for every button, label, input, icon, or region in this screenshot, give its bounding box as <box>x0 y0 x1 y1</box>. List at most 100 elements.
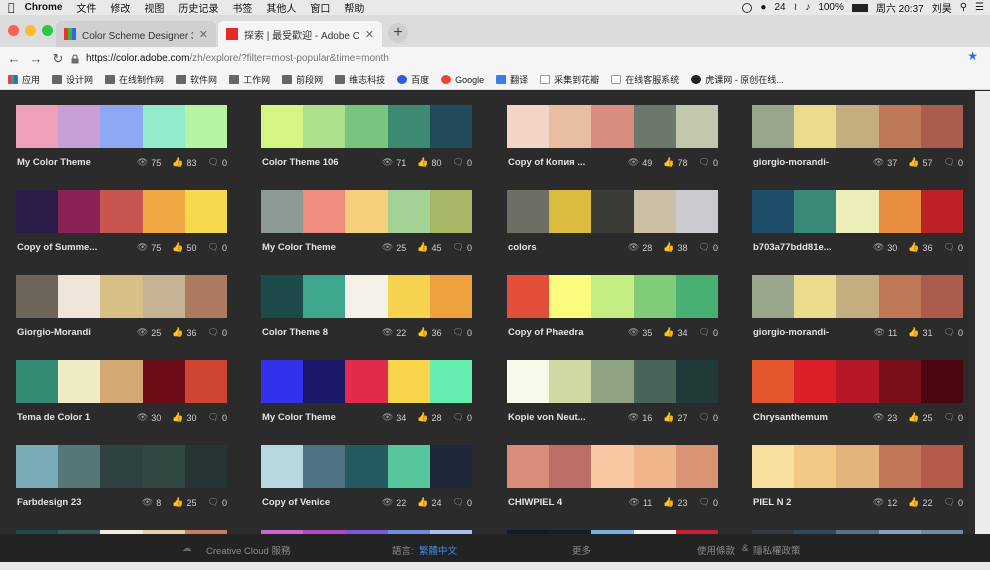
footer-more-link[interactable]: 更多 <box>572 543 591 557</box>
clock[interactable]: 周六 20:37 <box>876 0 924 15</box>
theme-name[interactable]: colors <box>508 242 537 253</box>
zoom-window-button[interactable] <box>42 25 53 36</box>
comment-icon[interactable]: 🗨 <box>453 497 464 508</box>
theme-name[interactable]: Copy of Phaedra <box>508 327 584 338</box>
theme-card[interactable]: Copy of Venice 👁 22 👍 24 🗨 0 <box>261 445 473 517</box>
theme-card[interactable]: My Color Theme 👁 75 👍 83 🗨 0 <box>16 105 228 177</box>
theme-name[interactable]: Chrysanthemum <box>753 412 828 423</box>
theme-palette[interactable] <box>261 275 473 318</box>
theme-card[interactable]: Color Theme 106 👁 71 👍 80 🗨 0 <box>261 105 473 177</box>
theme-card[interactable]: Farbdesign 23 👁 8 👍 25 🗨 0 <box>16 445 228 517</box>
like-thumb-icon[interactable]: 👍 <box>417 497 428 508</box>
new-tab-button[interactable]: + <box>388 23 408 43</box>
comment-icon[interactable]: 🗨 <box>453 157 464 168</box>
theme-card[interactable]: CHIWPIEL 4 👁 11 👍 23 🗨 0 <box>507 445 719 517</box>
wechat-icon[interactable]: ● <box>760 2 766 13</box>
comment-icon[interactable]: 🗨 <box>699 497 710 508</box>
forward-icon[interactable]: → <box>28 51 44 66</box>
comment-icon[interactable]: 🗨 <box>944 412 955 423</box>
reload-icon[interactable]: ↻ <box>50 51 66 67</box>
theme-card[interactable]: Copy of Копия ... 👁 49 👍 78 🗨 0 <box>507 105 719 177</box>
tab-adobe-color[interactable]: 探索 | 最受歡迎 - Adobe Color C ✕ <box>218 21 382 47</box>
tab-close-icon[interactable]: ✕ <box>365 28 374 41</box>
theme-name[interactable]: giorgio-morandi- <box>753 327 829 338</box>
theme-palette[interactable] <box>752 360 964 403</box>
theme-palette[interactable] <box>261 190 473 233</box>
like-thumb-icon[interactable]: 👍 <box>663 157 674 168</box>
comment-icon[interactable]: 🗨 <box>944 497 955 508</box>
comment-icon[interactable]: 🗨 <box>208 412 219 423</box>
comment-icon[interactable]: 🗨 <box>208 242 219 253</box>
bookmark-folder[interactable]: 软件网 <box>176 73 217 86</box>
bookmark-star-icon[interactable]: ★ <box>967 49 978 63</box>
bookmark-apps[interactable]: 应用 <box>8 73 40 86</box>
like-thumb-icon[interactable]: 👍 <box>172 242 183 253</box>
theme-card[interactable]: Copy of Summe... 👁 75 👍 50 🗨 0 <box>16 190 228 262</box>
theme-card[interactable]: My Color Theme 👁 34 👍 28 🗨 0 <box>261 360 473 432</box>
theme-name[interactable]: My Color Theme <box>17 157 91 168</box>
theme-card[interactable]: PIEL N 2 👁 12 👍 22 🗨 0 <box>752 445 964 517</box>
theme-card[interactable]: Color Theme 8 👁 22 👍 36 🗨 0 <box>261 275 473 347</box>
page-scrollbar[interactable] <box>975 91 990 534</box>
like-thumb-icon[interactable]: 👍 <box>417 327 428 338</box>
footer-privacy-link[interactable]: 隱私權政策 <box>753 543 801 557</box>
comment-icon[interactable]: 🗨 <box>208 327 219 338</box>
tab-close-icon[interactable]: ✕ <box>199 28 208 41</box>
like-thumb-icon[interactable]: 👍 <box>663 497 674 508</box>
like-thumb-icon[interactable]: 👍 <box>908 327 919 338</box>
theme-palette[interactable] <box>752 190 964 233</box>
like-thumb-icon[interactable]: 👍 <box>172 497 183 508</box>
comment-icon[interactable]: 🗨 <box>699 157 710 168</box>
bookmark-folder[interactable]: 前段网 <box>282 73 323 86</box>
theme-palette[interactable] <box>16 445 228 488</box>
bookmark-folder[interactable]: 工作网 <box>229 73 270 86</box>
theme-name[interactable]: PIEL N 2 <box>753 497 791 508</box>
theme-card[interactable]: giorgio-morandi- 👁 37 👍 57 🗨 0 <box>752 105 964 177</box>
like-thumb-icon[interactable]: 👍 <box>172 157 183 168</box>
theme-palette[interactable] <box>261 445 473 488</box>
search-icon[interactable]: ⚲ <box>960 2 967 13</box>
bookmark-google[interactable]: Google <box>441 75 484 85</box>
theme-palette[interactable] <box>261 105 473 148</box>
comment-icon[interactable]: 🗨 <box>944 242 955 253</box>
like-thumb-icon[interactable]: 👍 <box>417 242 428 253</box>
theme-card[interactable]: Kopie von Neut... 👁 16 👍 27 🗨 0 <box>507 360 719 432</box>
theme-palette[interactable] <box>507 275 719 318</box>
theme-palette[interactable] <box>16 105 228 148</box>
comment-icon[interactable]: 🗨 <box>699 327 710 338</box>
like-thumb-icon[interactable]: 👍 <box>172 327 183 338</box>
record-icon[interactable] <box>742 2 753 13</box>
menu-people[interactable]: 其他人 <box>266 0 296 15</box>
theme-palette[interactable] <box>752 275 964 318</box>
theme-name[interactable]: Farbdesign 23 <box>17 497 81 508</box>
menu-file[interactable]: 文件 <box>76 0 96 15</box>
menu-chrome[interactable]: Chrome <box>25 2 63 13</box>
like-thumb-icon[interactable]: 👍 <box>908 412 919 423</box>
theme-card[interactable]: Tema de Color 1 👁 30 👍 30 🗨 0 <box>16 360 228 432</box>
like-thumb-icon[interactable]: 👍 <box>417 412 428 423</box>
comment-icon[interactable]: 🗨 <box>208 157 219 168</box>
battery-icon[interactable] <box>851 3 868 12</box>
theme-name[interactable]: Giorgio-Morandi <box>17 327 91 338</box>
bookmark-folder[interactable]: 维志科技 <box>335 73 385 86</box>
footer-lang-select[interactable]: 繁體中文 <box>419 543 457 557</box>
theme-name[interactable]: Copy of Venice <box>262 497 330 508</box>
theme-palette[interactable] <box>16 275 228 318</box>
menu-list-icon[interactable]: ☰ <box>975 2 984 13</box>
tab-color-scheme-designer[interactable]: Color Scheme Designer 3_高级 ✕ <box>56 21 216 47</box>
theme-card[interactable]: My Color Theme 👁 25 👍 45 🗨 0 <box>261 190 473 262</box>
user-name[interactable]: 刘昊 <box>932 0 952 15</box>
theme-card[interactable]: Chrysanthemum 👁 23 👍 25 🗨 0 <box>752 360 964 432</box>
close-window-button[interactable] <box>8 25 19 36</box>
back-icon[interactable]: ← <box>6 51 22 66</box>
theme-name[interactable]: My Color Theme <box>262 412 336 423</box>
theme-palette[interactable] <box>16 190 228 233</box>
like-thumb-icon[interactable]: 👍 <box>172 412 183 423</box>
theme-card[interactable]: colors 👁 28 👍 38 🗨 0 <box>507 190 719 262</box>
theme-name[interactable]: Copy of Summe... <box>17 242 97 253</box>
comment-icon[interactable]: 🗨 <box>944 157 955 168</box>
like-thumb-icon[interactable]: 👍 <box>908 497 919 508</box>
menu-bookmarks[interactable]: 书签 <box>232 0 252 15</box>
menu-history[interactable]: 历史记录 <box>178 0 218 15</box>
theme-name[interactable]: Tema de Color 1 <box>17 412 90 423</box>
